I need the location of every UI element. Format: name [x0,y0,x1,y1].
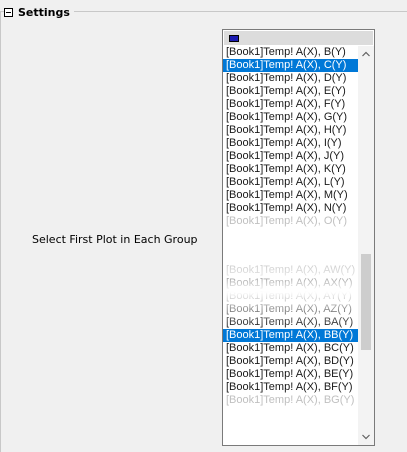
plot-list-item[interactable]: [Book1]Temp! A(X), BE(Y) [223,368,358,381]
plot-list-item[interactable]: [Book1]Temp! A(X), BF(Y) [223,381,358,394]
plot-list-item[interactable]: [Book1]Temp! A(X), N(Y) [223,202,358,215]
vertical-scrollbar[interactable] [358,46,374,445]
scroll-down-arrow-icon[interactable] [358,429,374,445]
plot-list-item[interactable]: [Book1]Temp! A(X), E(Y) [223,85,358,98]
listbox-header-bar [224,31,373,45]
plot-list-item[interactable]: [Book1]Temp! A(X), B(Y) [223,46,358,59]
select-first-plot-label: Select First Plot in Each Group [32,233,198,246]
plot-list-item[interactable]: [Book1]Temp! A(X), H(Y) [223,124,358,137]
settings-title: Settings [18,5,70,19]
scroll-fade [223,256,358,292]
color-swatch-icon [229,35,239,42]
plot-list: [Book1]Temp! A(X), B(Y) [Book1]Temp! A(X)… [223,46,358,407]
scroll-fade [223,431,358,445]
plot-list-item[interactable]: [Book1]Temp! A(X), G(Y) [223,111,358,124]
plot-listbox[interactable]: [Book1]Temp! A(X), B(Y) [Book1]Temp! A(X)… [222,29,375,446]
group-border [62,11,407,12]
plot-list-item[interactable]: [Book1]Temp! A(X), C(Y) [223,59,358,72]
collapse-icon[interactable] [4,7,13,17]
group-border [0,11,1,452]
scroll-fade [223,292,358,328]
plot-list-item[interactable]: [Book1]Temp! A(X), BC(Y) [223,342,358,355]
plot-list-item[interactable]: [Book1]Temp! A(X), J(Y) [223,150,358,163]
plot-list-item[interactable]: [Book1]Temp! A(X), O(Y) [223,215,358,228]
scrollbar-thumb[interactable] [361,254,371,350]
plot-list-item[interactable]: [Book1]Temp! A(X), M(Y) [223,189,358,202]
plot-list-item[interactable]: [Book1]Temp! A(X), BD(Y) [223,355,358,368]
plot-list-top: [Book1]Temp! A(X), B(Y) [Book1]Temp! A(X)… [223,46,358,228]
plot-list-item[interactable]: [Book1]Temp! A(X), K(Y) [223,163,358,176]
settings-group-header[interactable]: Settings [4,5,74,19]
plot-list-item[interactable]: [Book1]Temp! A(X), L(Y) [223,176,358,189]
plot-list-item[interactable]: [Book1]Temp! A(X), BG(Y) [223,394,358,407]
scroll-up-arrow-icon[interactable] [358,46,374,62]
plot-list-item[interactable]: [Book1]Temp! A(X), I(Y) [223,137,358,150]
plot-list-item[interactable]: [Book1]Temp! A(X), F(Y) [223,98,358,111]
plot-list-item[interactable]: [Book1]Temp! A(X), D(Y) [223,72,358,85]
plot-list-item[interactable]: [Book1]Temp! A(X), BB(Y) [223,329,358,342]
